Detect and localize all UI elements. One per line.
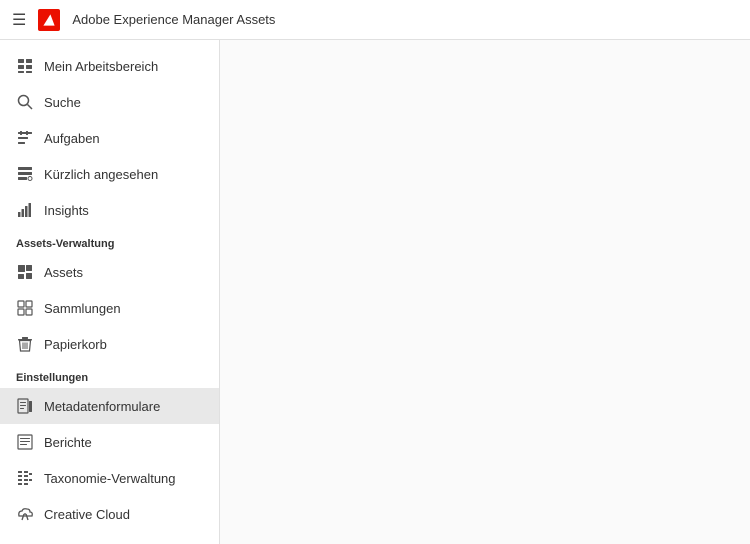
assets-icon	[16, 263, 34, 281]
hamburger-menu-icon[interactable]: ☰	[12, 10, 26, 30]
creative-cloud-icon	[16, 505, 34, 523]
sidebar-item-taxonomie-verwaltung[interactable]: Taxonomie-Verwaltung	[0, 460, 219, 496]
sidebar-item-label: Papierkorb	[44, 337, 107, 352]
section-header-einstellungen: Einstellungen	[0, 362, 219, 388]
header: ☰ Adobe Experience Manager Assets	[0, 0, 750, 40]
sidebar-item-assets[interactable]: Assets	[0, 254, 219, 290]
sidebar-item-label: Taxonomie-Verwaltung	[44, 471, 176, 486]
sidebar-item-label: Assets	[44, 265, 83, 280]
collections-icon	[16, 299, 34, 317]
reports-icon	[16, 433, 34, 451]
sidebar-item-label: Sammlungen	[44, 301, 121, 316]
recently-viewed-icon	[16, 165, 34, 183]
sidebar-item-metadatenformulare[interactable]: Metadatenformulare	[0, 388, 219, 424]
sidebar-item-label: Metadatenformulare	[44, 399, 160, 414]
sidebar-item-label: Suche	[44, 95, 81, 110]
sidebar: Mein Arbeitsbereich Suche	[0, 40, 220, 544]
sidebar-item-insights[interactable]: Insights	[0, 192, 219, 228]
main-content: Mein Arbeitsbereich Suche	[0, 40, 750, 544]
sidebar-item-aufgaben[interactable]: Aufgaben	[0, 120, 219, 156]
insights-icon	[16, 201, 34, 219]
tasks-icon	[16, 129, 34, 147]
app-title: Adobe Experience Manager Assets	[72, 12, 275, 27]
sidebar-item-label: Aufgaben	[44, 131, 100, 146]
sidebar-item-papierkorb[interactable]: Papierkorb	[0, 326, 219, 362]
sidebar-item-allgemeine-einstellungen[interactable]: Allgemeine Einstellungen	[0, 532, 219, 544]
workspace-icon	[16, 57, 34, 75]
metadata-forms-icon	[16, 397, 34, 415]
sidebar-item-suche[interactable]: Suche	[0, 84, 219, 120]
sidebar-item-label: Creative Cloud	[44, 507, 130, 522]
sidebar-item-sammlungen[interactable]: Sammlungen	[0, 290, 219, 326]
content-area	[220, 40, 750, 544]
search-icon	[16, 93, 34, 111]
sidebar-item-creative-cloud[interactable]: Creative Cloud	[0, 496, 219, 532]
sidebar-item-label: Insights	[44, 203, 89, 218]
section-header-assets-verwaltung: Assets-Verwaltung	[0, 228, 219, 254]
taxonomy-icon	[16, 469, 34, 487]
trash-icon	[16, 335, 34, 353]
sidebar-item-label: Kürzlich angesehen	[44, 167, 158, 182]
sidebar-item-label: Berichte	[44, 435, 92, 450]
sidebar-item-label: Mein Arbeitsbereich	[44, 59, 158, 74]
adobe-logo-icon	[38, 9, 60, 31]
sidebar-item-mein-arbeitsbereich[interactable]: Mein Arbeitsbereich	[0, 48, 219, 84]
sidebar-item-kuerzlich[interactable]: Kürzlich angesehen	[0, 156, 219, 192]
sidebar-item-berichte[interactable]: Berichte	[0, 424, 219, 460]
